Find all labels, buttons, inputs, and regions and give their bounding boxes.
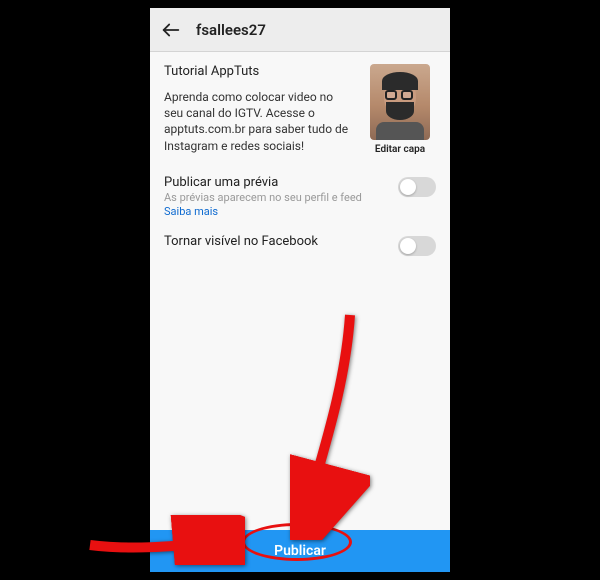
edit-cover-link[interactable]: Editar capa — [375, 144, 425, 155]
publish-button[interactable]: Publicar — [150, 530, 450, 572]
preview-option-subtitle: As prévias aparecem no seu perfil e feed — [164, 191, 388, 204]
preview-option-row: Publicar uma prévia As prévias aparecem … — [164, 169, 436, 228]
cover-thumbnail[interactable] — [370, 64, 430, 140]
preview-option-title: Publicar uma prévia — [164, 175, 388, 190]
learn-more-link[interactable]: Saiba mais — [164, 205, 388, 218]
post-title[interactable]: Tutorial AppTuts — [164, 64, 354, 79]
preview-toggle[interactable] — [398, 177, 436, 197]
content-area: Tutorial AppTuts Aprenda como colocar vi… — [150, 52, 450, 572]
header-username: fsallees27 — [196, 21, 266, 39]
facebook-option-title: Tornar visível no Facebook — [164, 234, 388, 249]
back-arrow-icon[interactable] — [160, 19, 182, 41]
facebook-option-row: Tornar visível no Facebook — [164, 228, 436, 266]
header-bar: fsallees27 — [150, 8, 450, 52]
facebook-toggle[interactable] — [398, 236, 436, 256]
phone-screen: fsallees27 Tutorial AppTuts Aprenda como… — [150, 8, 450, 572]
post-description[interactable]: Aprenda como colocar video no seu canal … — [164, 89, 354, 154]
